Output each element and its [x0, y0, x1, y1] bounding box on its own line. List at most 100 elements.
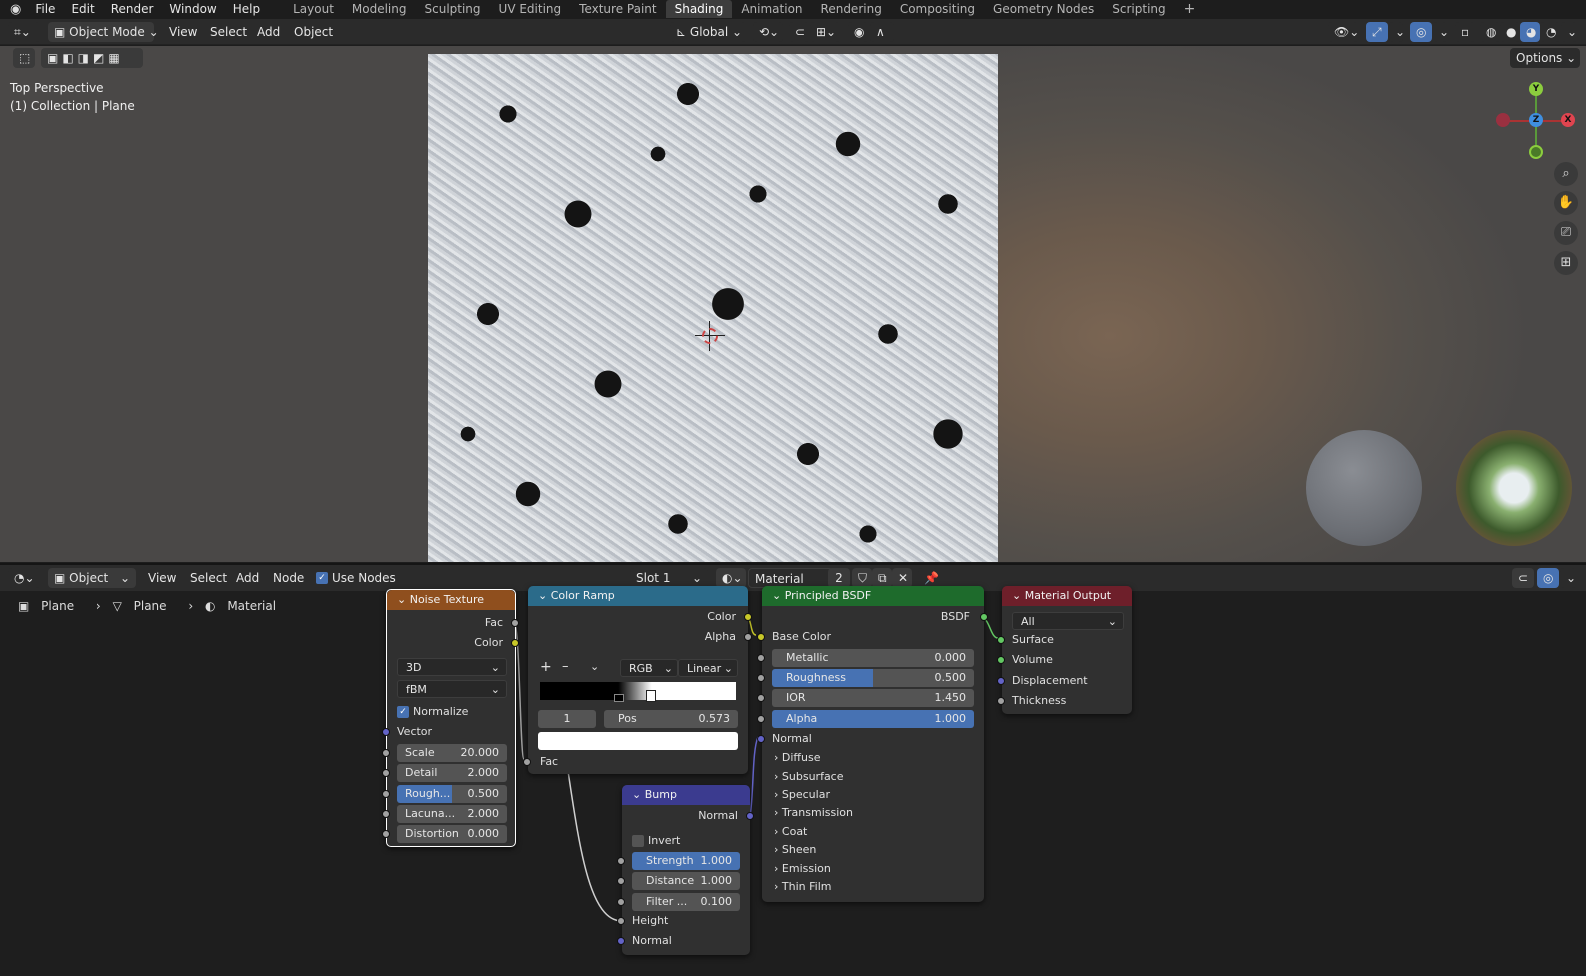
viewport-menu-view[interactable]: View — [169, 22, 197, 42]
viewport-menu-object[interactable]: Object — [294, 22, 333, 42]
gizmo-y-icon[interactable]: Y — [1529, 82, 1543, 96]
roughness-socket[interactable] — [757, 674, 765, 682]
viewport-menu-select[interactable]: Select — [210, 22, 247, 42]
add-workspace-button[interactable]: + — [1175, 0, 1205, 18]
ramp-fac-socket[interactable] — [523, 758, 531, 766]
menu-edit[interactable]: Edit — [63, 2, 102, 16]
editor-type-button[interactable]: ⌗⌄ — [8, 22, 40, 42]
snap-target-dropdown[interactable]: ⊞⌄ — [810, 22, 840, 42]
panel-diffuse[interactable]: › Diffuse — [774, 749, 820, 767]
mode-dropdown[interactable]: ▣ Object Mode ⌄ — [48, 22, 159, 42]
select-mode-buttons[interactable]: ▣◧◨◩▦ — [41, 48, 143, 68]
snap-node-icon[interactable]: ⊂ — [1512, 568, 1534, 588]
noise-roughness-socket[interactable] — [382, 790, 390, 798]
ramp-specials-chevron-icon[interactable]: ⌄ — [590, 658, 599, 676]
shader-type-dropdown[interactable]: ▣ Object ⌄ — [48, 568, 136, 588]
gizmo-toggle-icon[interactable]: ⤢ — [1366, 22, 1388, 42]
ramp-alpha-socket[interactable] — [744, 633, 752, 641]
tab-modeling[interactable]: Modeling — [343, 0, 416, 18]
bump-normal-out-socket[interactable] — [746, 812, 754, 820]
gizmo-neg-x-icon[interactable] — [1496, 113, 1510, 127]
noise-distortion-socket[interactable] — [382, 830, 390, 838]
ior-field[interactable]: IOR 1.450 — [772, 689, 974, 707]
noise-detail-field[interactable]: Detail 2.000 — [397, 764, 507, 782]
noise-color-socket[interactable] — [511, 639, 519, 647]
overlay-dropdown-icon[interactable]: ⌄ — [1433, 22, 1449, 42]
output-target-dropdown[interactable]: All ⌄ — [1012, 612, 1124, 630]
bsdf-header[interactable]: ⌄ Principled BSDF — [762, 586, 984, 606]
shading-wireframe-icon[interactable]: ◍ — [1480, 22, 1500, 42]
navigation-gizmo[interactable]: Y Z X — [1495, 82, 1575, 162]
ramp-gradient-bar[interactable] — [540, 682, 736, 700]
node-menu-select[interactable]: Select — [190, 568, 227, 588]
bump-strength-field[interactable]: Strength 1.000 — [632, 852, 740, 870]
noise-vector-socket[interactable] — [382, 728, 390, 736]
panel-specular[interactable]: › Specular — [774, 786, 830, 804]
ior-socket[interactable] — [757, 694, 765, 702]
viewport-menu-add[interactable]: Add — [257, 22, 280, 42]
noise-texture-node[interactable]: ⌄ Noise Texture Fac Color 3D ⌄ fBM ⌄ ✓ Nor… — [382, 589, 519, 847]
panel-emission[interactable]: › Emission — [774, 860, 831, 878]
snap-icon[interactable]: ⊂ — [789, 22, 809, 42]
add-stop-button[interactable]: + — [540, 658, 552, 676]
bump-filter-field[interactable]: Filter ... 0.100 — [632, 893, 740, 911]
material-browse-button[interactable]: ◐⌄ — [716, 568, 746, 588]
volume-socket[interactable] — [997, 656, 1005, 664]
duplicate-material-icon[interactable]: ⧉ — [872, 568, 892, 588]
node-menu-add[interactable]: Add — [236, 568, 259, 588]
node-menu-view[interactable]: View — [148, 568, 176, 588]
surface-socket[interactable] — [997, 636, 1005, 644]
3d-cursor-icon[interactable] — [695, 321, 725, 351]
node-overlay-dropdown-icon[interactable]: ⌄ — [1560, 568, 1576, 588]
base-color-socket[interactable] — [757, 633, 765, 641]
bsdf-normal-socket[interactable] — [757, 735, 765, 743]
gizmo-x-icon[interactable]: X — [1561, 113, 1575, 127]
shading-rendered-icon[interactable]: ◔ — [1540, 22, 1560, 42]
invert-checkbox[interactable] — [632, 835, 644, 847]
overlay-toggle-icon[interactable]: ◎ — [1410, 22, 1432, 42]
material-users-count[interactable]: 2 — [828, 568, 850, 588]
panel-subsurface[interactable]: › Subsurface — [774, 768, 844, 786]
ramp-stop-color-swatch[interactable] — [538, 732, 738, 750]
fake-user-shield-icon[interactable]: ⛉ — [852, 568, 872, 588]
zoom-icon[interactable]: ⌕ — [1554, 162, 1578, 186]
tab-texture-paint[interactable]: Texture Paint — [570, 0, 665, 18]
gizmo-z-icon[interactable]: Z — [1529, 113, 1543, 127]
noise-distortion-field[interactable]: Distortion 0.000 — [397, 825, 507, 843]
panel-coat[interactable]: › Coat — [774, 823, 807, 841]
3d-viewport[interactable]: ⬚ ▣◧◨◩▦ Options ⌄ Top Perspective (1) Co… — [0, 46, 1586, 562]
color-ramp-header[interactable]: ⌄ Color Ramp — [528, 586, 748, 606]
menu-window[interactable]: Window — [161, 2, 224, 16]
node-editor-type-button[interactable]: ◔⌄ — [8, 568, 40, 588]
panel-transmission[interactable]: › Transmission — [774, 804, 853, 822]
orientation-dropdown[interactable]: ⊾ Global ⌄ — [670, 22, 746, 42]
perspective-toggle-icon[interactable]: ⊞ — [1554, 251, 1578, 275]
pan-hand-icon[interactable]: ✋ — [1554, 191, 1578, 215]
bump-filter-socket[interactable] — [617, 898, 625, 906]
tab-sculpting[interactable]: Sculpting — [416, 0, 490, 18]
color-ramp-node[interactable]: ⌄ Color Ramp Color Alpha + – ⌄ RGB ⌄ Line… — [523, 586, 752, 774]
roughness-field[interactable]: Roughness 0.500 — [772, 669, 974, 687]
bump-normal-in-socket[interactable] — [617, 937, 625, 945]
shading-dropdown-icon[interactable]: ⌄ — [1561, 22, 1577, 42]
tab-shading[interactable]: Shading — [665, 0, 733, 18]
metallic-socket[interactable] — [757, 654, 765, 662]
noise-detail-socket[interactable] — [382, 769, 390, 777]
menu-help[interactable]: Help — [225, 2, 268, 16]
tab-rendering[interactable]: Rendering — [812, 0, 891, 18]
bump-header[interactable]: ⌄ Bump — [622, 785, 750, 805]
displacement-socket[interactable] — [997, 677, 1005, 685]
use-nodes-checkbox[interactable]: ✓ — [316, 572, 328, 584]
tab-compositing[interactable]: Compositing — [891, 0, 984, 18]
tab-geometry-nodes[interactable]: Geometry Nodes — [984, 0, 1103, 18]
ramp-color-mode-dropdown[interactable]: RGB ⌄ — [620, 659, 678, 677]
gizmo-dropdown-icon[interactable]: ⌄ — [1389, 22, 1405, 42]
ramp-stop-handle-black[interactable] — [614, 694, 624, 702]
remove-stop-button[interactable]: – — [562, 658, 569, 676]
ramp-stop-handle-white[interactable] — [646, 690, 656, 702]
menu-file[interactable]: File — [27, 2, 63, 16]
noise-type-dropdown[interactable]: fBM ⌄ — [397, 680, 507, 698]
menu-render[interactable]: Render — [103, 2, 162, 16]
gizmo-neg-y-icon[interactable] — [1529, 145, 1543, 159]
shading-solid-icon[interactable]: ● — [1500, 22, 1520, 42]
